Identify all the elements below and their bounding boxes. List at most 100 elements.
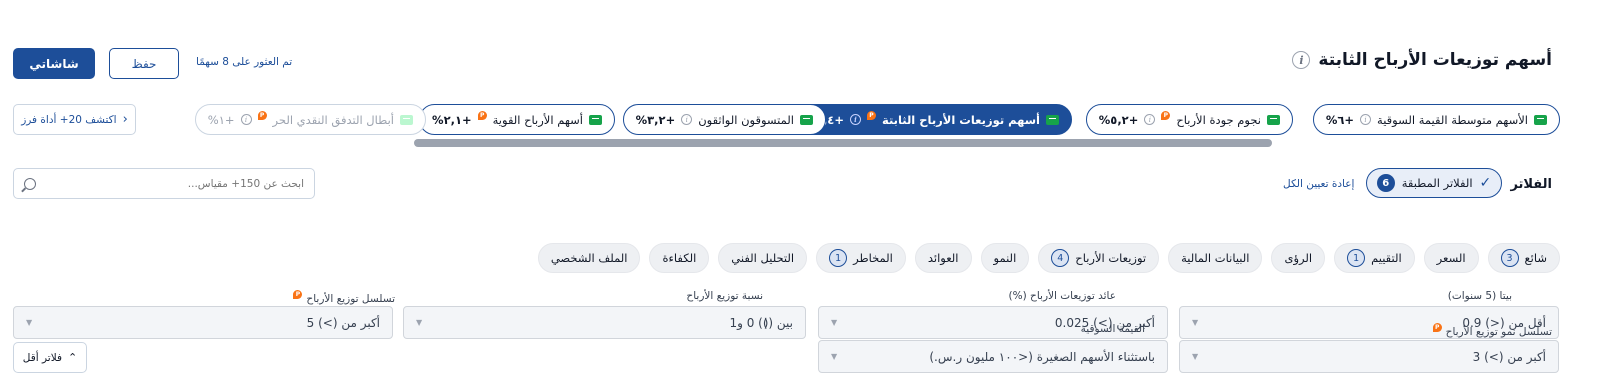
category-financials[interactable]: البيانات المالية <box>1168 243 1263 273</box>
tab-mid-cap[interactable]: الأسهم متوسطة القيمة السوقية i +٦% <box>1312 104 1560 135</box>
category-count-badge: 1 <box>1347 249 1366 267</box>
chevron-down-icon: ▼ <box>831 318 838 327</box>
category-count-badge: 4 <box>1051 249 1070 267</box>
category-label: المخاطر <box>853 251 893 265</box>
chevron-down-icon: ▼ <box>416 318 423 327</box>
info-icon[interactable]: i <box>1360 114 1372 125</box>
explore-label: اكتشف 20+ أداة فرز <box>21 113 117 126</box>
metric-search[interactable] <box>13 168 315 199</box>
flag-icon <box>1534 114 1547 125</box>
category-label: العوائد <box>927 251 959 265</box>
category-label: التقييم <box>1371 251 1402 265</box>
category-profile[interactable]: الملف الشخصي <box>537 243 641 273</box>
field-label-market-cap: القيمة السوقية <box>1081 323 1145 335</box>
filter-dividend-streak[interactable]: أكبر من (>) 5 ▼ <box>13 306 393 339</box>
category-label: شائع <box>1524 251 1547 265</box>
field-label-text: نسبة توزيع الأرباح <box>686 290 763 302</box>
chevron-up-icon: ⌃ <box>68 351 78 364</box>
filter-payout-ratio[interactable]: بين (≬) 0 و1 ▼ <box>403 306 806 339</box>
category-dividends[interactable]: توزيعات الأرباح 4 <box>1038 243 1160 273</box>
tab-label: الأسهم متوسطة القيمة السوقية <box>1377 112 1528 127</box>
category-count-badge: 1 <box>829 249 848 267</box>
category-technical[interactable]: التحليل الفني <box>718 243 808 273</box>
filter-market-cap[interactable]: باستثناء الأسهم الصغيرة (<١٠٠ مليون ر.س.… <box>818 340 1168 373</box>
applied-count-badge: 6 <box>1376 174 1395 192</box>
filter-categories: شائع 3 السعر التقييم 1 الرؤى البيانات ال… <box>537 243 1560 273</box>
category-valuation[interactable]: التقييم 1 <box>1334 243 1415 273</box>
field-label-beta: بيتا (5 سنوات) <box>1448 290 1512 302</box>
category-insights[interactable]: الرؤى <box>1271 243 1326 273</box>
check-icon: ✓ <box>1479 175 1492 191</box>
filter-value: بين (≬) 0 و1 <box>729 315 793 330</box>
field-label-payout-ratio: نسبة توزيع الأرباح <box>686 290 763 302</box>
chevron-down-icon: ▼ <box>26 318 33 327</box>
field-label-text: بيتا (5 سنوات) <box>1447 290 1512 302</box>
category-count-badge: 3 <box>1500 249 1519 267</box>
applied-filters-button[interactable]: ✓ الفلاتر المطبقة 6 <box>1366 168 1502 198</box>
info-icon[interactable]: i <box>240 114 252 125</box>
filter-value: أكبر من (>) 5 <box>306 315 380 330</box>
category-label: النمو <box>993 251 1017 265</box>
field-label-dividend-streak: تسلسل توزيع الأرباح P <box>293 290 395 307</box>
field-label-text: القيمة السوقية <box>1080 323 1145 335</box>
category-label: السعر <box>1436 251 1466 265</box>
tab-return: +٥,٢% <box>1098 112 1139 127</box>
category-returns[interactable]: العوائد <box>914 243 972 273</box>
pro-badge-icon: P <box>866 111 876 120</box>
tab-label: أسهم الأرباح القوية <box>492 112 583 127</box>
chevron-left-icon: ‹ <box>122 112 128 127</box>
flag-icon <box>589 114 602 125</box>
category-label: التحليل الفني <box>731 251 795 265</box>
field-label-text: عائد توزيعات الأرباح (%) <box>1008 290 1116 302</box>
chevron-down-icon: ▼ <box>1192 352 1199 361</box>
tab-earnings-quality[interactable]: نجوم جودة الأرباح P i +٥,٢% <box>1085 104 1293 135</box>
tab-confident-shoppers[interactable]: المتسوقون الواثقون i +٣,٢% <box>622 104 826 135</box>
tab-label: نجوم جودة الأرباح <box>1176 112 1261 127</box>
tabs-fade <box>146 100 176 140</box>
info-icon[interactable]: i <box>849 114 861 125</box>
pro-badge-icon: P <box>293 290 303 299</box>
applied-filters-label: الفلاتر المطبقة <box>1401 176 1473 190</box>
category-risk[interactable]: المخاطر 1 <box>816 243 906 273</box>
category-label: الكفاءة <box>662 251 697 265</box>
tabs-scrollbar[interactable] <box>414 139 1272 147</box>
category-label: البيانات المالية <box>1181 251 1250 265</box>
less-filters-button[interactable]: ⌃ فلاتر أقل <box>13 342 87 373</box>
my-screens-button[interactable]: شاشاتي <box>13 48 95 79</box>
flag-icon <box>1267 114 1280 125</box>
less-filters-label: فلاتر أقل <box>22 351 63 364</box>
category-growth[interactable]: النمو <box>980 243 1030 273</box>
tab-label: أبطال التدفق النقدي الحر <box>272 112 394 127</box>
filter-dividend-growth-streak[interactable]: أكبر من (>) 3 ▼ <box>1179 340 1559 373</box>
chevron-down-icon: ▼ <box>831 352 838 361</box>
tab-label: المتسوقون الواثقون <box>698 112 794 127</box>
info-icon[interactable]: i <box>1144 114 1156 125</box>
info-icon[interactable]: i <box>1292 51 1311 69</box>
flag-icon <box>1046 114 1059 125</box>
tab-label: أسهم توزيعات الأرباح الثابتة <box>881 112 1040 127</box>
search-icon <box>24 177 36 190</box>
tab-steady-dividends[interactable]: أسهم توزيعات الأرباح الثابتة P i +٤,٤% <box>791 104 1072 135</box>
category-efficiency[interactable]: الكفاءة <box>649 243 710 273</box>
flag-icon <box>800 114 813 125</box>
reset-all-link[interactable]: إعادة تعيين الكل <box>1283 178 1354 190</box>
info-icon[interactable]: i <box>681 114 693 125</box>
tab-return: +١% <box>207 112 235 127</box>
save-button[interactable]: حفظ <box>109 48 179 79</box>
tab-strong-earnings[interactable]: أسهم الأرباح القوية P +٢,١% <box>419 104 615 135</box>
filter-value: باستثناء الأسهم الصغيرة (<١٠٠ مليون ر.س.… <box>929 349 1155 364</box>
chevron-down-icon: ▼ <box>1192 318 1199 327</box>
tab-return: +٢,١% <box>432 112 472 127</box>
filter-value: أكبر من (>) 3 <box>1472 349 1546 364</box>
category-popular[interactable]: شائع 3 <box>1487 243 1560 273</box>
pro-badge-icon: P <box>257 111 267 120</box>
explore-screeners-button[interactable]: ‹ اكتشف 20+ أداة فرز <box>13 104 136 135</box>
pro-badge-icon: P <box>1432 323 1442 332</box>
pro-badge-icon: P <box>1161 111 1171 120</box>
category-label: الرؤى <box>1284 251 1313 265</box>
results-count: تم العثور على 8 سهمًا <box>196 56 293 68</box>
field-label-dividend-growth-streak: تسلسل نمو توزيع الأرباح P <box>1432 323 1552 340</box>
search-input[interactable] <box>44 177 304 190</box>
category-price[interactable]: السعر <box>1423 243 1479 273</box>
tab-free-cash-flow[interactable]: أبطال التدفق النقدي الحر P i +١% <box>194 104 426 135</box>
